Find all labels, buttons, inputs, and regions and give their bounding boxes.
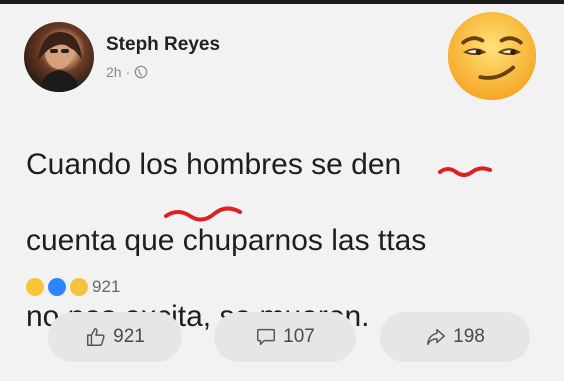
reaction-count: 921 (92, 277, 121, 296)
sad-reaction-icon (70, 278, 88, 296)
post-text-line-2: cuenta que chuparnos las ttas (26, 224, 427, 257)
comment-button[interactable]: 107 (214, 312, 356, 362)
like-count: 921 (113, 326, 145, 347)
smirk-emoji-icon (447, 11, 537, 101)
post-card: Steph Reyes 2h · Cuando los hombres se d… (0, 4, 564, 381)
author-avatar[interactable] (24, 22, 94, 92)
post-meta: 2h · (106, 64, 148, 80)
comment-bubble-icon (257, 328, 276, 346)
like-button[interactable]: 921 (48, 312, 182, 362)
comment-count: 107 (283, 326, 315, 347)
avatar-photo (38, 32, 82, 92)
share-count: 198 (453, 326, 485, 347)
globe-icon (134, 65, 148, 79)
thumbs-up-icon (87, 328, 105, 346)
haha-reaction-icon (26, 278, 44, 296)
like-reaction-icon (48, 278, 66, 296)
reaction-summary[interactable]: 921 (26, 277, 120, 297)
share-button[interactable]: 198 (380, 312, 530, 362)
meta-separator: · (125, 64, 131, 80)
author-name[interactable]: Steph Reyes (106, 34, 220, 56)
post-text-line-1: Cuando los hombres se den (26, 148, 402, 181)
share-arrow-icon (427, 328, 446, 346)
post-time: 2h (106, 64, 122, 80)
